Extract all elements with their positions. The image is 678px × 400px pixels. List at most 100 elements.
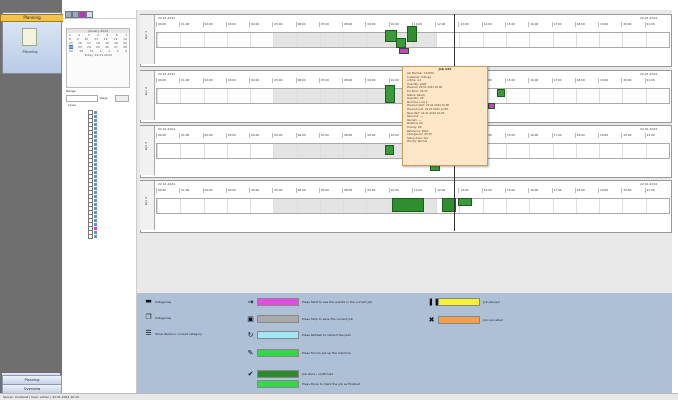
time-cell[interactable] <box>226 89 250 103</box>
time-cell[interactable] <box>273 33 297 47</box>
job-block[interactable] <box>458 198 472 206</box>
time-cell[interactable] <box>180 144 203 158</box>
job-block[interactable] <box>392 198 424 212</box>
time-cell[interactable] <box>366 199 390 213</box>
time-cell[interactable] <box>157 89 180 103</box>
calendar-day[interactable]: 3 <box>117 49 119 53</box>
time-cell[interactable] <box>180 33 203 47</box>
job-block[interactable] <box>497 89 505 97</box>
time-cell[interactable] <box>226 199 250 213</box>
time-cell[interactable] <box>599 199 622 213</box>
time-cell[interactable] <box>529 33 552 47</box>
job-block[interactable] <box>407 26 417 42</box>
time-cell[interactable] <box>552 199 576 213</box>
time-cell[interactable] <box>529 89 552 103</box>
time-cell[interactable] <box>645 33 669 47</box>
right-arrow-icon[interactable] <box>72 11 79 18</box>
tree-item[interactable] <box>88 233 97 239</box>
time-cell[interactable] <box>157 199 180 213</box>
calendar-day[interactable]: 30 <box>79 49 83 53</box>
time-cell[interactable] <box>250 144 273 158</box>
time-cell[interactable] <box>575 199 599 213</box>
left-arrow-icon[interactable] <box>65 11 72 18</box>
time-cell[interactable] <box>226 144 250 158</box>
refresh-icon[interactable] <box>79 11 86 18</box>
time-cell[interactable] <box>529 144 552 158</box>
time-tick: 19:00 <box>598 133 621 138</box>
time-tick: 05:00 <box>272 133 295 138</box>
time-cell[interactable] <box>273 89 297 103</box>
time-cell[interactable] <box>622 199 645 213</box>
time-cell[interactable] <box>552 89 576 103</box>
time-cell[interactable] <box>599 89 622 103</box>
time-cell[interactable] <box>343 33 367 47</box>
time-cell[interactable] <box>552 144 576 158</box>
calendar-day[interactable]: 29 <box>69 49 73 53</box>
time-cell[interactable] <box>296 199 320 213</box>
job-block[interactable] <box>385 145 394 155</box>
checkbox[interactable] <box>88 233 93 239</box>
time-cell[interactable] <box>319 199 344 213</box>
nav-tab-planning[interactable]: Planning <box>0 14 64 22</box>
time-cell[interactable] <box>529 199 552 213</box>
time-cell[interactable] <box>343 144 367 158</box>
calendar[interactable]: January 2024 1 2 3 4 5 6 7 8 9 10 11 12 13 14 15 16 17 18… <box>66 28 130 88</box>
time-cell[interactable] <box>575 33 599 47</box>
time-cell[interactable] <box>180 199 203 213</box>
time-cell[interactable] <box>203 144 227 158</box>
time-cell[interactable] <box>319 33 344 47</box>
time-cell[interactable] <box>157 33 180 47</box>
job-block[interactable] <box>399 48 409 54</box>
time-cell[interactable] <box>157 144 180 158</box>
job-block[interactable] <box>488 103 495 109</box>
time-cell[interactable] <box>482 33 506 47</box>
time-cell[interactable] <box>319 144 344 158</box>
document-icon[interactable] <box>22 28 37 46</box>
time-cell[interactable] <box>203 89 227 103</box>
time-cell[interactable] <box>622 144 645 158</box>
time-cell[interactable] <box>505 144 529 158</box>
time-cell[interactable] <box>622 89 645 103</box>
time-cell[interactable] <box>505 89 529 103</box>
range-input[interactable] <box>66 95 98 102</box>
time-cell[interactable] <box>482 199 506 213</box>
time-cell[interactable] <box>343 89 367 103</box>
calendar-today[interactable]: Today: 22.01.2024 <box>67 53 129 57</box>
time-cell[interactable] <box>505 199 529 213</box>
time-cell[interactable] <box>319 89 344 103</box>
time-cell[interactable] <box>296 33 320 47</box>
time-cell[interactable] <box>343 199 367 213</box>
time-cell[interactable] <box>203 33 227 47</box>
time-cell[interactable] <box>250 199 273 213</box>
time-cell[interactable] <box>273 144 297 158</box>
time-cell[interactable] <box>505 33 529 47</box>
time-cell[interactable] <box>622 33 645 47</box>
time-cell[interactable] <box>599 33 622 47</box>
legend-text: Show items in current category <box>155 331 203 336</box>
time-tick: 19:00 <box>598 188 621 193</box>
time-cell[interactable] <box>226 33 250 47</box>
time-cell[interactable] <box>436 33 459 47</box>
tree-root[interactable]: Lines <box>68 103 76 107</box>
legend-swatch <box>257 315 299 323</box>
time-cell[interactable] <box>296 144 320 158</box>
time-cell[interactable] <box>250 33 273 47</box>
time-cell[interactable] <box>180 89 203 103</box>
time-cell[interactable] <box>273 199 297 213</box>
time-cell[interactable] <box>459 33 482 47</box>
time-cell[interactable] <box>203 199 227 213</box>
time-cell[interactable] <box>552 33 576 47</box>
calendar-day[interactable]: 4 <box>125 49 127 53</box>
time-cell[interactable] <box>645 199 669 213</box>
time-cell[interactable] <box>296 89 320 103</box>
time-cell[interactable] <box>250 89 273 103</box>
time-cell[interactable] <box>645 144 669 158</box>
job-block[interactable] <box>396 38 406 48</box>
time-cell[interactable] <box>575 144 599 158</box>
time-cell[interactable] <box>599 144 622 158</box>
days-select[interactable] <box>115 95 129 102</box>
job-block[interactable] <box>385 85 395 103</box>
time-cell[interactable] <box>575 89 599 103</box>
filter-icon[interactable] <box>86 11 93 18</box>
time-cell[interactable] <box>645 89 669 103</box>
